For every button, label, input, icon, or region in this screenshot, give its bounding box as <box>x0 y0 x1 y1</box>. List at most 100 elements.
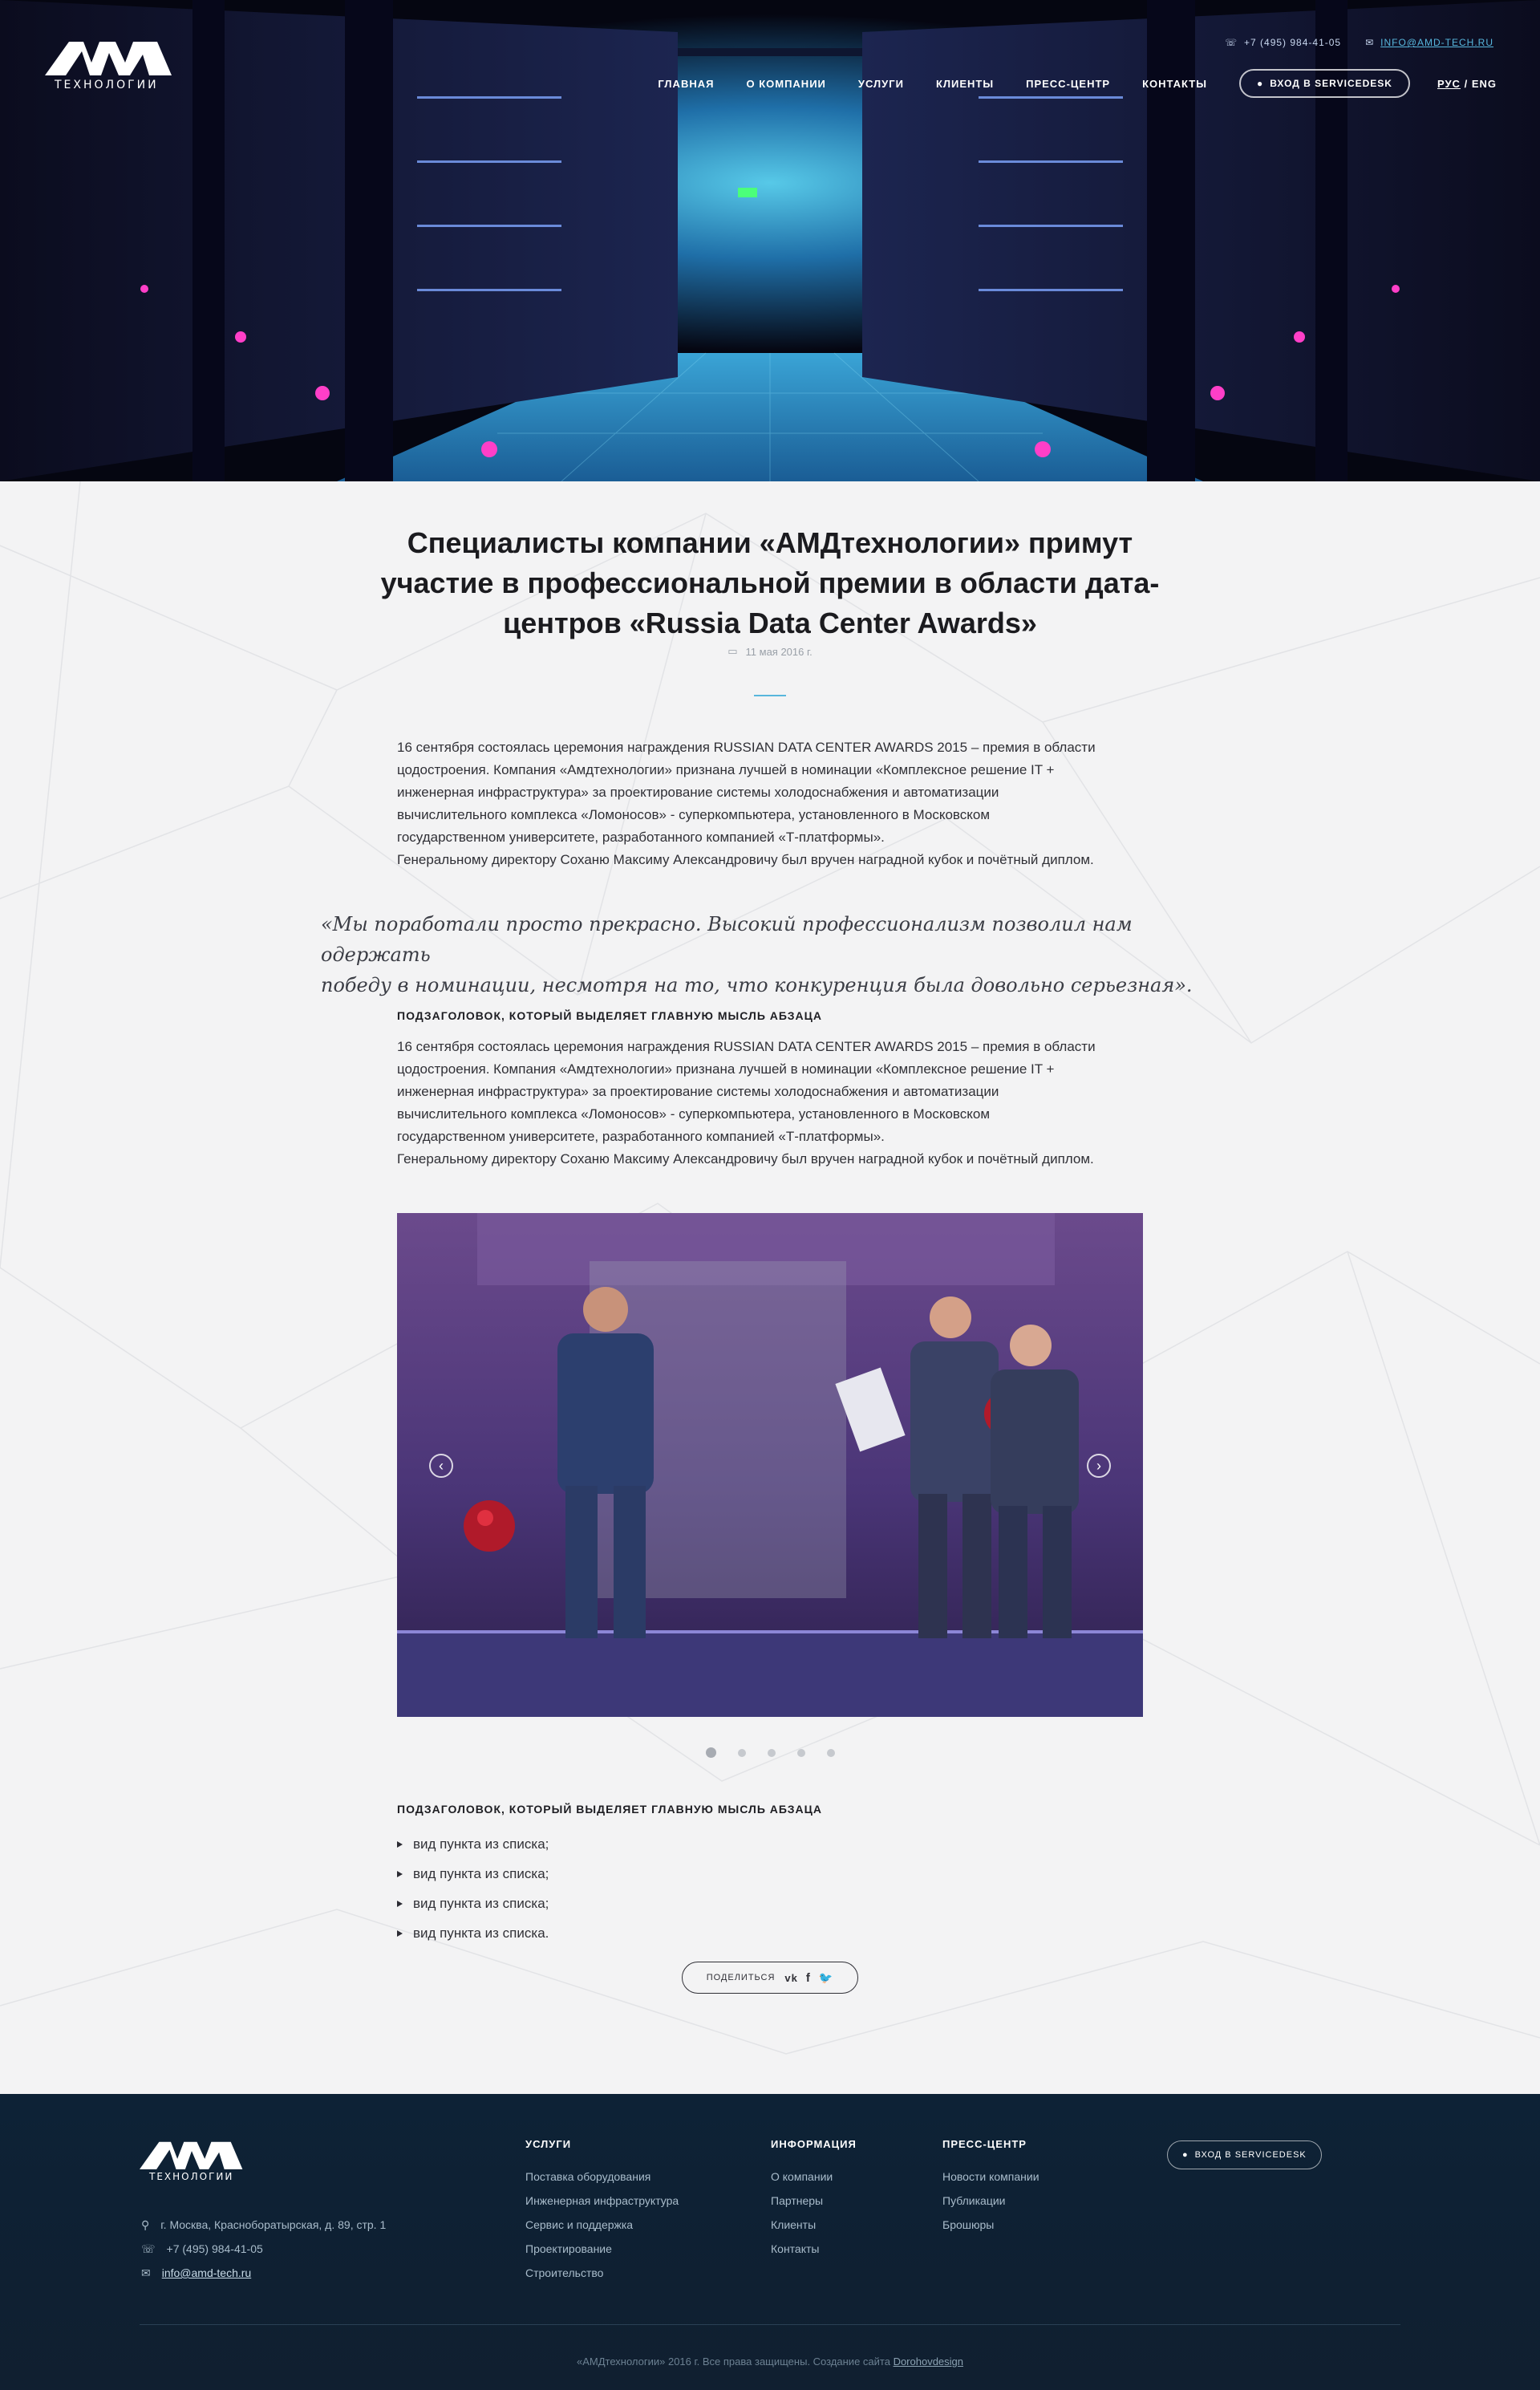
logo-text: ТЕХНОЛОГИИ <box>55 79 159 91</box>
article-title: Специалисты компании «АМДтехнологии» при… <box>380 526 1160 639</box>
nav-item-press[interactable]: ПРЕСС-ЦЕНТР <box>1026 78 1110 90</box>
lang-en[interactable]: ENG <box>1472 78 1497 90</box>
nav-item-about[interactable]: О КОМПАНИИ <box>746 78 825 90</box>
nav-item-contacts[interactable]: КОНТАКТЫ <box>1142 78 1207 90</box>
footer-phone[interactable]: ☏ +7 (495) 984-41-05 <box>141 2237 386 2261</box>
footer-col-services: УСЛУГИ Поставка оборудования Инженерная … <box>525 2138 679 2290</box>
header-phone-text: +7 (495) 984-41-05 <box>1244 37 1342 48</box>
paragraph-line: 16 сентября состоялась церемония награжд… <box>397 1039 1096 1054</box>
quote-line: «Мы поработали просто прекрасно. Высокий… <box>321 913 1133 966</box>
user-icon: ● <box>1256 78 1264 89</box>
footer-col-title: ИНФОРМАЦИЯ <box>771 2138 857 2150</box>
footer-col-title: ПРЕСС-ЦЕНТР <box>942 2138 1027 2150</box>
user-icon: ● <box>1182 2150 1189 2160</box>
paragraph-line: цодостроения. Компания «Амдтехнологии» п… <box>397 762 1055 777</box>
footer-col-info: ИНФОРМАЦИЯ О компании Партнеры Клиенты К… <box>771 2138 857 2266</box>
nav-item-home[interactable]: ГЛАВНАЯ <box>658 78 714 90</box>
article-quote: «Мы поработали просто прекрасно. Высокий… <box>321 909 1219 1000</box>
list-item: вид пункта из списка; <box>397 1889 1039 1918</box>
article-date-text: 11 мая 2016 г. <box>745 645 813 658</box>
footer-servicedesk-button[interactable]: ● ВХОД В SERVICEDESK <box>1167 2140 1322 2169</box>
location-pin-icon: ⚲ <box>141 2218 150 2231</box>
paragraph-line: государственном университете, разработан… <box>397 830 885 845</box>
quote-line: победу в номинации, несмотря на то, что … <box>321 974 1193 996</box>
slider-pagination <box>0 1747 1540 1758</box>
nav-item-clients[interactable]: КЛИЕНТЫ <box>936 78 994 90</box>
footer-link[interactable]: О компании <box>771 2169 857 2193</box>
footer-address-text: г. Москва, Красноборатырская, д. 89, стр… <box>160 2218 387 2231</box>
footer-logo-text: ТЕХНОЛОГИИ <box>149 2171 234 2182</box>
list-item: вид пункта из списка; <box>397 1829 1039 1859</box>
header-email[interactable]: ✉ INFO@AMD-TECH.RU <box>1365 37 1493 48</box>
top-contacts: ☏ +7 (495) 984-41-05 ✉ INFO@AMD-TECH.RU <box>1225 37 1493 48</box>
lang-separator: / <box>1464 77 1469 90</box>
footer-link[interactable]: Поставка оборудования <box>525 2169 679 2193</box>
main-nav: ГЛАВНАЯ О КОМПАНИИ УСЛУГИ КЛИЕНТЫ ПРЕСС-… <box>658 69 1497 98</box>
hero-banner: ТЕХНОЛОГИИ ☏ +7 (495) 984-41-05 ✉ INFO@A… <box>0 0 1540 481</box>
article-list: вид пункта из списка; вид пункта из спис… <box>397 1829 1039 1948</box>
footer-col-press: ПРЕСС-ЦЕНТР Новости компании Публикации … <box>942 2138 1040 2242</box>
twitter-icon[interactable]: 🐦 <box>819 1971 833 1985</box>
footer-email-text: info@amd-tech.ru <box>161 2266 252 2279</box>
language-switcher: РУС / ENG <box>1437 78 1497 90</box>
photo-slider[interactable]: ‹ › <box>397 1213 1143 1717</box>
footer-col-title: УСЛУГИ <box>525 2138 572 2150</box>
header-email-text: INFO@AMD-TECH.RU <box>1380 37 1493 48</box>
amd-logo[interactable]: ТЕХНОЛОГИИ <box>45 39 173 91</box>
servicedesk-button[interactable]: ● ВХОД В SERVICEDESK <box>1238 69 1410 98</box>
subheading-2: ПОДЗАГОЛОВОК, КОТОРЫЙ ВЫДЕЛЯЕТ ГЛАВНУЮ М… <box>397 1803 822 1816</box>
footer-copyright: «АМДтехнологии» 2016 г. Все права защище… <box>0 2356 1540 2368</box>
paragraph-line: Генеральному директору Соханю Максиму Ал… <box>397 1151 1094 1167</box>
list-item: вид пункта из списка; <box>397 1859 1039 1889</box>
footer-link[interactable]: Новости компании <box>942 2169 1040 2193</box>
footer-link[interactable]: Строительство <box>525 2266 679 2290</box>
mail-icon: ✉ <box>141 2266 151 2279</box>
footer-link[interactable]: Инженерная инфраструктура <box>525 2193 679 2218</box>
title-divider <box>754 695 786 696</box>
slider-next-button[interactable]: › <box>1087 1454 1111 1478</box>
footer-servicedesk-label: ВХОД В SERVICEDESK <box>1194 2150 1307 2160</box>
footer-contacts: ⚲ г. Москва, Красноборатырская, д. 89, с… <box>141 2213 386 2285</box>
list-item: вид пункта из списка. <box>397 1918 1039 1948</box>
footer-link[interactable]: Клиенты <box>771 2218 857 2242</box>
share-bar: ПОДЕЛИТЬСЯ vk f 🐦 <box>682 1962 858 1994</box>
calendar-icon: ▭ <box>727 645 738 657</box>
phone-icon: ☏ <box>1225 37 1238 48</box>
vk-icon[interactable]: vk <box>784 1972 797 1984</box>
facebook-icon[interactable]: f <box>806 1971 811 1985</box>
slider-dot-3[interactable] <box>767 1748 776 1757</box>
footer-link[interactable]: Брошюры <box>942 2218 1040 2242</box>
share-label: ПОДЕЛИТЬСЯ <box>706 1973 776 1982</box>
footer-email[interactable]: ✉ info@amd-tech.ru <box>141 2261 386 2285</box>
slider-dot-5[interactable] <box>826 1748 835 1757</box>
paragraph-line: вычислительного комплекса «Ломоносов» - … <box>397 807 991 822</box>
footer-phone-text: +7 (495) 984-41-05 <box>166 2242 263 2255</box>
paragraph-line: цодостроения. Компания «Амдтехнологии» п… <box>397 1061 1055 1077</box>
paragraph-line: вычислительного комплекса «Ломоносов» - … <box>397 1106 991 1122</box>
nav-item-services[interactable]: УСЛУГИ <box>858 78 904 90</box>
designer-link[interactable]: Dorohovdesign <box>894 2356 963 2368</box>
lang-ru[interactable]: РУС <box>1437 78 1461 90</box>
servicedesk-label: ВХОД В SERVICEDESK <box>1270 78 1392 89</box>
copyright-text: «АМДтехнологии» 2016 г. Все права защище… <box>576 2356 890 2368</box>
footer: ТЕХНОЛОГИИ ⚲ г. Москва, Красноборатырска… <box>0 2094 1540 2390</box>
slider-prev-button[interactable]: ‹ <box>429 1454 453 1478</box>
footer-link[interactable]: Проектирование <box>525 2242 679 2266</box>
article-date: ▭ 11 мая 2016 г. <box>0 645 1540 658</box>
header-phone[interactable]: ☏ +7 (495) 984-41-05 <box>1225 37 1341 48</box>
footer-logo-mark <box>140 2141 243 2169</box>
footer-link[interactable]: Публикации <box>942 2193 1040 2218</box>
footer-link[interactable]: Партнеры <box>771 2193 857 2218</box>
phone-icon: ☏ <box>141 2242 156 2255</box>
article-paragraph-1: 16 сентября состоялась церемония награжд… <box>397 736 1151 871</box>
subheading-1: ПОДЗАГОЛОВОК, КОТОРЫЙ ВЫДЕЛЯЕТ ГЛАВНУЮ М… <box>397 1009 822 1022</box>
slider-dot-4[interactable] <box>796 1748 805 1757</box>
paragraph-line: 16 сентября состоялась церемония награжд… <box>397 740 1096 755</box>
slider-dot-2[interactable] <box>737 1748 746 1757</box>
footer-link[interactable]: Контакты <box>771 2242 857 2266</box>
footer-link[interactable]: Сервис и поддержка <box>525 2218 679 2242</box>
slider-dot-1[interactable] <box>705 1747 716 1758</box>
award-ceremony-photo <box>397 1213 1143 1717</box>
article-paragraph-2: 16 сентября состоялась церемония награжд… <box>397 1036 1151 1171</box>
mail-icon: ✉ <box>1365 37 1375 48</box>
